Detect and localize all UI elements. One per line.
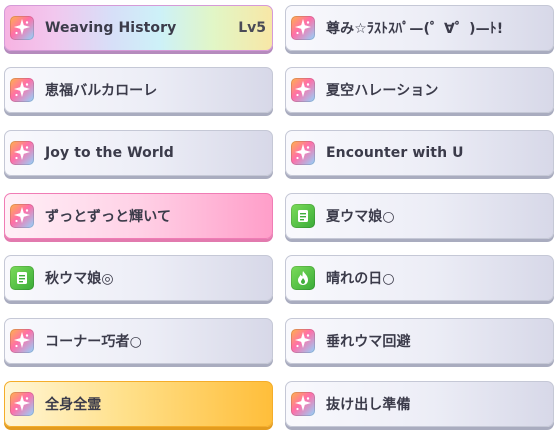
skill-level: Lv5 [238, 20, 266, 36]
rainbow-sparkle-icon [291, 16, 315, 40]
rainbow-sparkle-icon [10, 141, 34, 165]
rainbow-sparkle-icon [291, 78, 315, 102]
skill-card[interactable]: 晴れの日○ [285, 255, 554, 301]
skill-list: Weaving History Lv5 尊み☆ﾗｽﾄｽﾊﾟ—(゜∀゜)—ﾄ! 恵福バル… [0, 0, 558, 438]
green-document-icon [291, 204, 315, 228]
skill-name: 恵福バルカローレ [45, 83, 158, 99]
skill-card[interactable]: 垂れウマ回避 [285, 318, 554, 364]
rainbow-sparkle-icon [10, 204, 34, 228]
skill-name: 秋ウマ娘◎ [45, 271, 114, 287]
skill-card[interactable]: 抜け出し準備 [285, 381, 554, 427]
skill-name: 夏空ハレーション [326, 83, 439, 99]
rainbow-sparkle-icon [10, 392, 34, 416]
rainbow-sparkle-icon [291, 141, 315, 165]
skill-card[interactable]: Weaving History Lv5 [4, 5, 273, 51]
skill-name: 尊み☆ﾗｽﾄｽﾊﾟ—(゜∀゜)—ﾄ! [326, 21, 504, 37]
skill-card[interactable]: 秋ウマ娘◎ [4, 255, 273, 301]
skill-card[interactable]: コーナー巧者○ [4, 318, 273, 364]
skill-name: ずっとずっと輝いて [45, 209, 172, 225]
skill-card[interactable]: 尊み☆ﾗｽﾄｽﾊﾟ—(゜∀゜)—ﾄ! [285, 5, 554, 51]
skill-card[interactable]: 全身全霊 [4, 381, 273, 427]
skill-card[interactable]: 夏ウマ娘○ [285, 193, 554, 239]
skill-name: 抜け出し準備 [326, 397, 411, 413]
rainbow-sparkle-icon [10, 329, 34, 353]
skill-card[interactable]: Encounter with U [285, 130, 554, 176]
green-document-icon [10, 266, 34, 290]
skill-name: 夏ウマ娘○ [326, 209, 395, 225]
skill-name: Weaving History [45, 20, 177, 36]
skill-name: 垂れウマ回避 [326, 334, 411, 350]
skill-card[interactable]: 夏空ハレーション [285, 67, 554, 113]
skill-name: コーナー巧者○ [45, 334, 142, 350]
skill-name: 全身全霊 [45, 397, 102, 413]
skill-name: Joy to the World [45, 145, 174, 161]
skill-name: 晴れの日○ [326, 271, 395, 287]
rainbow-sparkle-icon [10, 78, 34, 102]
rainbow-sparkle-icon [291, 329, 315, 353]
skill-card[interactable]: Joy to the World [4, 130, 273, 176]
rainbow-sparkle-icon [291, 392, 315, 416]
green-flame-icon [291, 266, 315, 290]
skill-name: Encounter with U [326, 145, 464, 161]
rainbow-sparkle-icon [10, 16, 34, 40]
skill-card[interactable]: 恵福バルカローレ [4, 67, 273, 113]
skill-card[interactable]: ずっとずっと輝いて [4, 193, 273, 239]
